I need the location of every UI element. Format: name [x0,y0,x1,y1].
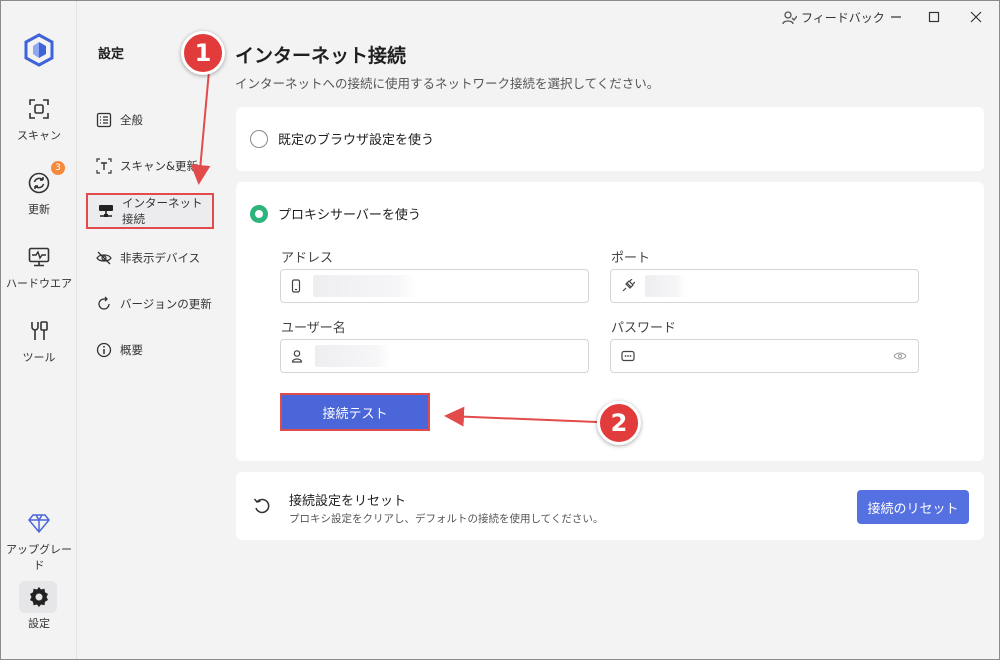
masked-value [315,345,391,367]
username-field[interactable] [280,339,589,373]
phone-icon [291,279,301,293]
refresh-icon [98,296,110,310]
menu-item-label: 概要 [120,343,143,357]
menu-item-label: 非表示デバイス [120,251,201,265]
rail-item-label: スキャン [17,129,61,142]
user-icon [291,350,303,363]
radio-proxy-label: プロキシサーバーを使う [278,208,421,223]
address-label: アドレス [281,251,334,266]
menu-item-hidden-devices[interactable]: 非表示デバイス [86,240,214,276]
feedback-icon [782,10,797,24]
address-field[interactable] [280,269,589,303]
show-password-icon[interactable] [893,351,907,361]
rail-item-tools[interactable]: ツール [1,319,77,365]
rail-item-upgrade[interactable]: アップグレード [1,511,77,573]
close-button[interactable] [961,5,991,29]
reset-icon [253,498,270,514]
password-icon [621,350,635,362]
menu-item-label: バージョンの更新 [120,297,212,311]
minimize-button[interactable] [881,5,911,29]
menu-item-scan-update[interactable]: スキャン&更新 [86,148,214,184]
reset-description: プロキシ設定をクリアし、デフォルトの接続を使用してください。 [289,513,604,525]
password-input[interactable] [643,345,883,367]
eye-off-icon [96,251,112,265]
rail-item-label: 設定 [28,617,50,630]
feedback-link[interactable]: フィードバック [781,9,885,26]
callout-badge-1: 1 [181,31,225,75]
diamond-icon [28,514,50,534]
connection-test-button[interactable]: 接続テスト [280,393,430,431]
update-icon [28,172,50,194]
radio-on-icon[interactable] [250,204,268,223]
menu-title: 設定 [98,47,125,62]
radio-off-icon[interactable] [250,129,268,148]
menu-item-label: スキャン&更新 [120,159,198,173]
default-browser-card: 既定のブラウザ設定を使う [236,107,984,171]
app-logo-icon [24,33,54,67]
tools-icon [31,321,48,340]
rail-item-settings[interactable]: 設定 [1,585,77,631]
list-icon [96,112,112,128]
page-subtitle: インターネットへの接続に使用するネットワーク接続を選択してください。 [235,76,660,91]
password-field[interactable] [610,339,919,373]
masked-value [313,275,417,297]
rail-item-scan[interactable]: スキャン [1,97,77,143]
menu-item-general[interactable]: 全般 [86,102,214,138]
menu-item-label: 全般 [120,113,143,127]
update-count-badge: 3 [51,161,65,175]
monitor-icon [28,247,50,267]
maximize-icon [928,11,940,23]
port-label: ポート [611,251,651,266]
left-rail: スキャン 3 更新 ハードウエア ツール アップグレード 設定 [1,1,77,659]
feedback-label: フィードバック [801,11,885,25]
reset-connection-button[interactable]: 接続のリセット [857,490,969,524]
callout-badge-2: 2 [597,401,641,445]
settings-menu: 設定 全般 スキャン&更新 インターネット接続 非表示デバイス バージョンの更新… [78,1,223,659]
radio-default-browser[interactable]: 既定のブラウザ設定を使う [250,129,434,148]
menu-item-version-update[interactable]: バージョンの更新 [86,286,214,322]
info-icon [96,342,112,358]
gear-icon [30,587,48,607]
network-icon [99,205,113,217]
menu-item-about[interactable]: 概要 [86,332,214,368]
reset-title: 接続設定をリセット [289,494,407,509]
rail-item-label: 更新 [28,203,50,216]
page-title: インターネット接続 [235,45,407,67]
close-icon [970,11,982,23]
text-scan-icon [96,158,112,174]
port-field[interactable] [610,269,919,303]
rail-item-label: アップグレード [6,543,72,572]
scan-icon [29,99,49,119]
maximize-button[interactable] [919,5,949,29]
menu-item-internet[interactable]: インターネット接続 [86,193,214,229]
username-label: ユーザー名 [281,321,346,336]
menu-item-label: インターネット接続 [122,196,203,226]
minimize-icon [891,16,901,18]
radio-proxy[interactable]: プロキシサーバーを使う [250,204,421,223]
app-window: フィードバック スキャン 3 更新 ハードウエア ツール アップグレード 設定 … [0,0,1000,660]
rail-item-update[interactable]: 3 更新 [1,161,77,217]
rail-item-hardware[interactable]: ハードウエア [1,245,77,291]
radio-default-label: 既定のブラウザ設定を使う [278,133,435,148]
password-label: パスワード [611,321,677,336]
rail-item-label: ツール [22,351,56,364]
plug-icon [622,279,635,292]
masked-value [645,275,685,297]
rail-item-label: ハードウエア [6,277,72,290]
